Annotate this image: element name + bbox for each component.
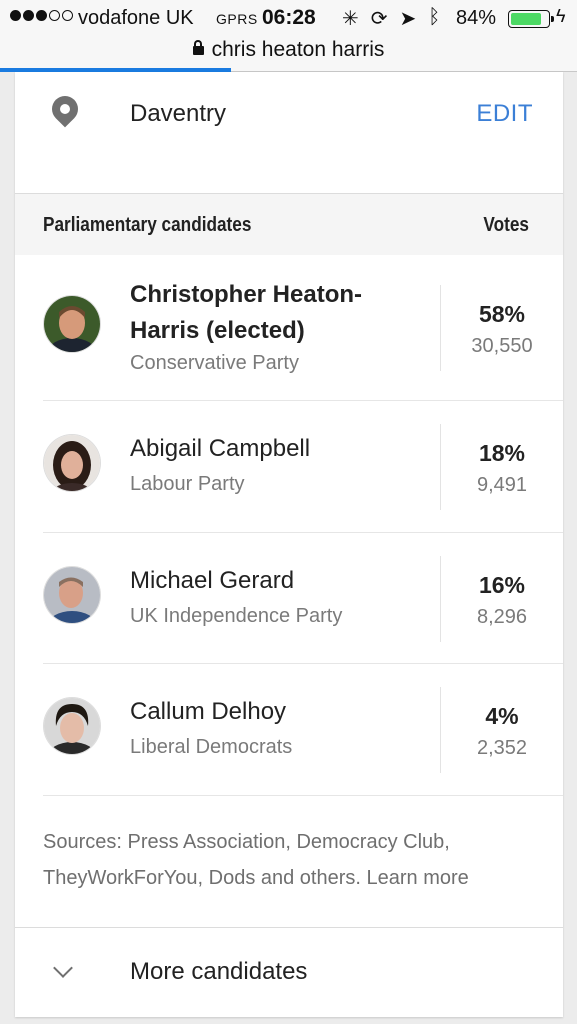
candidate-row[interactable]: Christopher Heaton- Harris (elected) Con… — [15, 255, 563, 401]
vote-percent: 16% — [478, 572, 526, 598]
candidate-name[interactable]: Callum Delhoy — [130, 694, 430, 730]
bluetooth-icon: ᛒ — [428, 6, 441, 28]
candidate-party: Conservative Party — [130, 352, 299, 374]
vote-percent: 18% — [478, 440, 526, 466]
avatar — [44, 698, 100, 754]
chevron-down-icon — [53, 958, 73, 978]
candidates-column-header: Parliamentary candidates — [43, 214, 252, 236]
charging-bolt-icon: ϟ — [556, 6, 566, 26]
column-divider — [440, 556, 441, 642]
vote-count: 2,352 — [476, 737, 528, 759]
vote-count: 8,296 — [476, 606, 528, 628]
votes-column-header: Votes — [483, 214, 529, 236]
battery-percent: 84% — [456, 7, 497, 29]
more-candidates-label: More candidates — [130, 958, 308, 985]
candidate-name[interactable]: Christopher Heaton- Harris (elected) — [130, 277, 430, 349]
candidate-party: Liberal Democrats — [130, 736, 293, 758]
candidate-row[interactable]: Callum Delhoy Liberal Democrats 4% 2,352 — [15, 664, 563, 796]
network-type: GPRS — [216, 11, 258, 27]
vote-count: 9,491 — [476, 474, 528, 496]
candidate-name[interactable]: Michael Gerard — [130, 563, 430, 599]
location-arrow-icon: ➤ — [399, 8, 417, 30]
candidate-row[interactable]: Abigail Campbell Labour Party 18% 9,491 — [15, 401, 563, 533]
table-header: Parliamentary candidates Votes — [15, 194, 563, 255]
candidate-name-line1: Christopher Heaton- — [130, 281, 363, 308]
more-candidates-button[interactable]: More candidates — [15, 927, 563, 1017]
edit-button[interactable]: EDIT — [476, 100, 533, 128]
map-pin-icon — [46, 90, 84, 128]
candidate-party: UK Independence Party — [130, 605, 343, 627]
battery-fill — [511, 13, 542, 25]
avatar — [44, 435, 100, 491]
signal-strength-icon — [10, 10, 73, 21]
rotation-lock-icon: ⟳ — [370, 8, 388, 30]
learn-more-link[interactable]: Learn more — [367, 867, 469, 889]
battery-icon — [508, 10, 554, 28]
column-divider — [440, 424, 441, 510]
carrier-name: vodafone UK — [78, 7, 194, 29]
constituency-name: Daventry — [130, 100, 227, 127]
row-divider — [43, 795, 563, 796]
lock-icon — [192, 40, 204, 55]
column-divider — [440, 285, 441, 371]
address-bar-title: chris heaton harris — [211, 38, 385, 61]
vote-percent: 58% — [478, 301, 526, 327]
candidate-row[interactable]: Michael Gerard UK Independence Party 16%… — [15, 533, 563, 664]
candidate-party: Labour Party — [130, 473, 245, 495]
column-divider — [440, 687, 441, 773]
clock: 06:28 — [262, 6, 316, 29]
avatar — [44, 567, 100, 623]
sources-note: Sources: Press Association, Democracy Cl… — [43, 824, 543, 896]
election-results-card: Daventry EDIT Parliamentary candidates V… — [15, 72, 563, 1017]
vote-percent: 4% — [485, 703, 519, 729]
candidate-name[interactable]: Abigail Campbell — [130, 431, 430, 467]
address-bar[interactable]: chris heaton harris — [0, 38, 577, 72]
avatar — [44, 296, 100, 352]
candidate-name-line2: Harris (elected) — [130, 317, 305, 344]
activity-spinner-icon: ✳ — [342, 8, 359, 30]
vote-count: 30,550 — [471, 335, 533, 357]
constituency-header: Daventry EDIT — [15, 72, 563, 194]
status-bar: vodafone UK GPRS 06:28 ✳ ⟳ ➤ ᛒ 84% ϟ — [0, 0, 577, 38]
